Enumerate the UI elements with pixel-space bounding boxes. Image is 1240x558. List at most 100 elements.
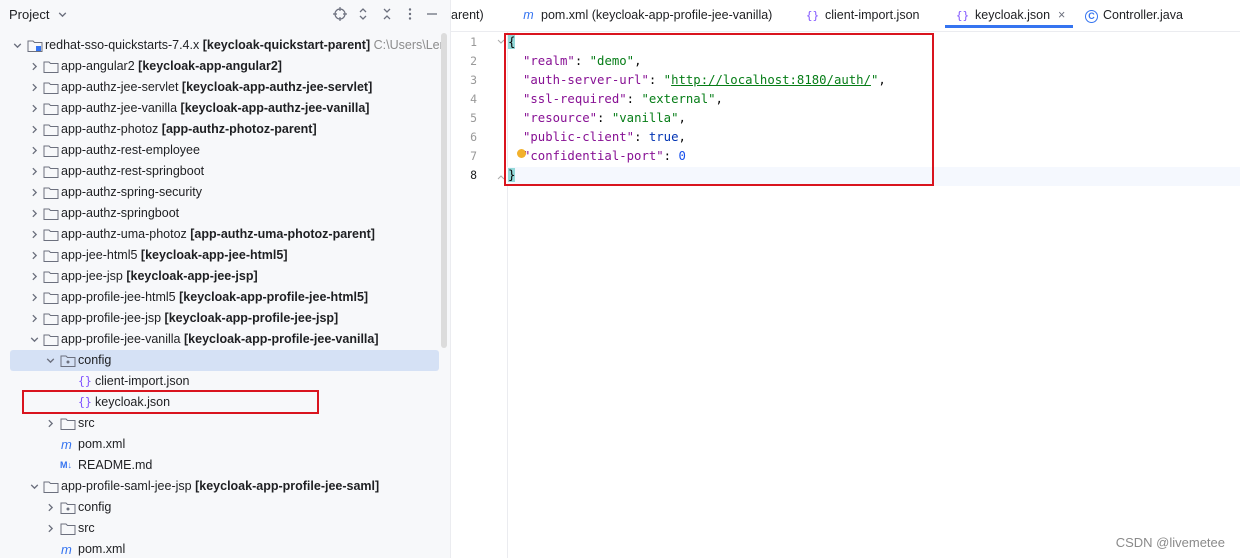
tree-item-app-profile-jee-jsp[interactable]: app-profile-jee-jsp [keycloak-app-profil… <box>0 308 440 329</box>
tree-item-app-profile-jee-html5[interactable]: app-profile-jee-html5 [keycloak-app-prof… <box>0 287 440 308</box>
maven-file-icon: m <box>523 8 534 22</box>
tree-item-name: app-authz-springboot <box>61 206 180 220</box>
tree-item-pom-xml[interactable]: m pom.xml <box>0 434 440 455</box>
json-file-icon: {} <box>805 9 820 22</box>
tree-item-name: app-profile-jee-jsp <box>61 311 162 325</box>
folder-icon <box>60 418 76 430</box>
collapse-all-icon[interactable] <box>380 7 394 21</box>
tree-item-config[interactable]: config <box>10 350 439 371</box>
tab-controller-java[interactable]: C Controller.java <box>1085 0 1183 30</box>
tree-item-app-authz-rest-employee[interactable]: app-authz-rest-employee <box>0 140 440 161</box>
chevron-right-icon[interactable] <box>29 82 40 93</box>
chevron-right-icon[interactable] <box>45 502 56 513</box>
expand-all-icon[interactable] <box>356 7 370 21</box>
tree-item-name: src <box>78 416 95 430</box>
tree-item-app-profile-saml-jee-jsp[interactable]: app-profile-saml-jee-jsp [keycloak-app-p… <box>0 476 440 497</box>
tree-item-module: [keycloak-app-angular2] <box>138 59 282 73</box>
json-file-icon: {} <box>78 374 92 388</box>
tree-item-name: app-angular2 <box>61 59 135 73</box>
tree-item-app-authz-spring-security[interactable]: app-authz-spring-security <box>0 182 440 203</box>
tree-item-pom-xml[interactable]: m pom.xml <box>0 539 440 558</box>
tree-item-name: app-profile-saml-jee-jsp <box>61 479 192 493</box>
chevron-right-icon[interactable] <box>29 187 40 198</box>
close-icon[interactable]: × <box>1058 8 1065 22</box>
tab-label: Controller.java <box>1103 8 1183 22</box>
line-number: 4 <box>470 92 477 106</box>
chevron-right-icon[interactable] <box>29 250 40 261</box>
folder-icon <box>43 208 59 220</box>
tree-item-root[interactable]: redhat-sso-quickstarts-7.4.x [keycloak-q… <box>0 35 444 56</box>
tree-item-name: client-import.json <box>95 374 190 388</box>
tree-item-module: [keycloak-app-profile-jee-vanilla] <box>184 332 379 346</box>
chevron-down-icon[interactable] <box>12 40 23 51</box>
folder-icon <box>43 271 59 283</box>
tree-item-app-authz-uma-photoz[interactable]: app-authz-uma-photoz [app-authz-uma-phot… <box>0 224 440 245</box>
chevron-right-icon[interactable] <box>29 61 40 72</box>
tree-item-app-authz-jee-vanilla[interactable]: app-authz-jee-vanilla [keycloak-app-auth… <box>0 98 440 119</box>
maven-file-icon: m <box>61 542 72 557</box>
tree-item-app-authz-rest-springboot[interactable]: app-authz-rest-springboot <box>0 161 440 182</box>
chevron-down-icon[interactable] <box>29 481 40 492</box>
chevron-right-icon[interactable] <box>45 418 56 429</box>
tab-pom-xml[interactable]: m pom.xml (keycloak-app-profile-jee-vanil… <box>521 0 772 30</box>
tree-item-readme-md[interactable]: M↓ README.md <box>0 455 440 476</box>
folder-icon <box>43 145 59 157</box>
markdown-file-icon: M↓ <box>60 460 72 470</box>
folder-icon <box>43 61 59 73</box>
tree-item-app-authz-jee-servlet[interactable]: app-authz-jee-servlet [keycloak-app-auth… <box>0 77 440 98</box>
tree-item-src[interactable]: src <box>0 413 440 434</box>
chevron-down-icon[interactable] <box>29 334 40 345</box>
chevron-right-icon[interactable] <box>29 166 40 177</box>
tree-item-app-authz-springboot[interactable]: app-authz-springboot <box>0 203 440 224</box>
tree-item-app-angular2[interactable]: app-angular2 [keycloak-app-angular2] <box>0 56 440 77</box>
line-number: 7 <box>470 149 477 163</box>
tree-item-app-profile-jee-vanilla[interactable]: app-profile-jee-vanilla [keycloak-app-pr… <box>0 329 440 350</box>
options-icon[interactable] <box>403 7 417 21</box>
tree-item-name: redhat-sso-quickstarts-7.4.x <box>45 38 200 52</box>
folder-icon <box>43 124 59 136</box>
chevron-right-icon[interactable] <box>29 124 40 135</box>
tree-item-name: app-authz-jee-vanilla <box>61 101 178 115</box>
editor-tabs: arent) m pom.xml (keycloak-app-profile-je… <box>451 0 1240 32</box>
project-scrollbar[interactable] <box>441 33 447 348</box>
tree-item-app-authz-photoz[interactable]: app-authz-photoz [app-authz-photoz-paren… <box>0 119 440 140</box>
hide-panel-icon[interactable] <box>425 7 439 21</box>
chevron-right-icon[interactable] <box>29 292 40 303</box>
chevron-right-icon[interactable] <box>29 208 40 219</box>
tree-item-name: config <box>78 500 112 514</box>
tab-client-import-json[interactable]: {} client-import.json <box>805 0 920 30</box>
folder-icon <box>43 250 59 262</box>
chevron-right-icon[interactable] <box>29 313 40 324</box>
tree-item-module: [keycloak-app-authz-jee-servlet] <box>181 80 373 94</box>
folder-icon <box>43 103 59 115</box>
folder-icon <box>43 82 59 94</box>
chevron-right-icon[interactable] <box>45 523 56 534</box>
tree-item-name: config <box>78 353 112 367</box>
chevron-right-icon[interactable] <box>29 145 40 156</box>
tree-item-client-import-json[interactable]: {} client-import.json <box>0 371 440 392</box>
chevron-down-icon[interactable] <box>45 355 56 366</box>
maven-file-icon: m <box>61 437 72 452</box>
folder-icon <box>43 292 59 304</box>
tree-item-name: app-authz-photoz <box>61 122 159 136</box>
tree-item-module: [keycloak-app-authz-jee-vanilla] <box>180 101 370 115</box>
project-panel-title[interactable]: Project <box>9 7 49 22</box>
tree-item-config[interactable]: config <box>0 497 440 518</box>
chevron-right-icon[interactable] <box>29 229 40 240</box>
chevron-down-icon[interactable] <box>57 9 68 20</box>
java-class-icon: C <box>1085 10 1098 23</box>
tab-truncated[interactable]: arent) <box>451 0 484 30</box>
tree-item-src[interactable]: src <box>0 518 440 539</box>
tree-item-name: app-authz-rest-springboot <box>61 164 205 178</box>
tree-item-module: [keycloak-app-profile-jee-jsp] <box>164 311 339 325</box>
chevron-right-icon[interactable] <box>29 271 40 282</box>
tree-item-app-jee-jsp[interactable]: app-jee-jsp [keycloak-app-jee-jsp] <box>0 266 440 287</box>
folder-icon <box>43 334 59 346</box>
tab-label: keycloak.json <box>975 8 1051 22</box>
tab-keycloak-json[interactable]: {} keycloak.json × <box>945 0 1073 28</box>
tree-item-name: app-authz-spring-security <box>61 185 203 199</box>
locate-icon[interactable] <box>333 7 347 21</box>
tree-item-name: src <box>78 521 95 535</box>
tree-item-app-jee-html5[interactable]: app-jee-html5 [keycloak-app-jee-html5] <box>0 245 440 266</box>
chevron-right-icon[interactable] <box>29 103 40 114</box>
